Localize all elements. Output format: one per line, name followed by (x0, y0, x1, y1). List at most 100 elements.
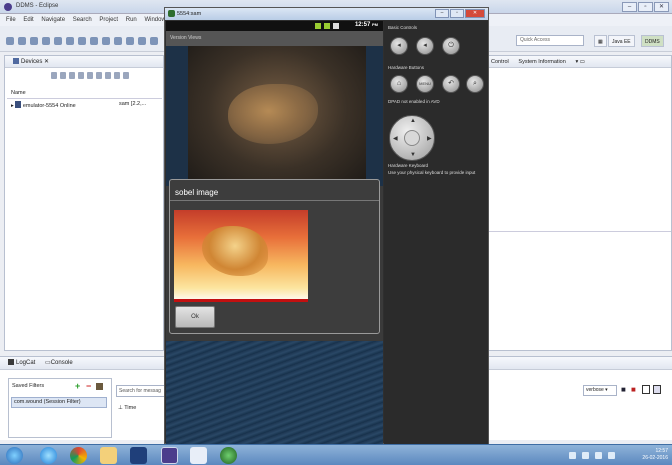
nav-back-icon[interactable] (126, 37, 134, 45)
edit-filter-icon[interactable] (96, 383, 103, 390)
dpad[interactable]: ▲ ▼ ◀ ▶ (389, 115, 435, 161)
search-icon[interactable] (78, 37, 86, 45)
basic-controls-label: Basic Controls (388, 25, 418, 30)
external-tools-icon[interactable] (66, 37, 74, 45)
back-icon[interactable]: ↶ (442, 75, 460, 93)
log-level-select[interactable]: verbose ▾ (583, 385, 617, 396)
start-button[interactable] (6, 447, 23, 464)
chrome-icon[interactable] (70, 447, 87, 464)
expand-icon[interactable]: ▸ (11, 103, 14, 109)
update-heap-icon[interactable] (60, 72, 66, 79)
document-icon[interactable] (190, 447, 207, 464)
network-icon (315, 23, 321, 29)
emulator-icon (15, 101, 22, 108)
menu-project[interactable]: Project (99, 14, 118, 26)
explorer-icon[interactable] (100, 447, 117, 464)
tray-up-icon[interactable] (569, 452, 576, 459)
tab-emulator-control[interactable]: Control (491, 56, 509, 68)
device-row[interactable]: ▸ emulator-5554 Online (11, 101, 76, 109)
emulator-close-button[interactable]: ✕ (465, 9, 485, 18)
sobel-wound-shape (202, 226, 268, 276)
menu-run[interactable]: Run (126, 14, 137, 26)
tab-system-information[interactable]: System Information (518, 56, 565, 68)
screen-capture-icon[interactable] (114, 72, 120, 79)
tab-console[interactable]: Console (51, 360, 73, 366)
save-icon[interactable] (18, 37, 26, 45)
wound-photo (188, 46, 366, 186)
debug-icon[interactable] (42, 37, 50, 45)
home-icon[interactable]: ⌂ (390, 75, 408, 93)
hardware-buttons-label: Hardware Buttons (388, 65, 425, 70)
nav-forward-icon[interactable] (138, 37, 146, 45)
add-filter-icon[interactable]: + (75, 381, 80, 391)
perspective-java-ee[interactable]: Java EE (608, 35, 635, 47)
dpad-center-button[interactable] (404, 130, 420, 146)
dropdown-icon[interactable] (150, 37, 158, 45)
emulator-controls: Basic Controls ◂ ◂ ⏻ Hardware Buttons ⌂ … (384, 21, 488, 444)
update-threads-icon[interactable] (87, 72, 93, 79)
emulator-minimize-button[interactable]: – (435, 9, 449, 18)
hardware-keyboard-label: Hardware Keyboard (388, 163, 429, 168)
android-icon (168, 10, 175, 17)
dump-hprof-icon[interactable] (69, 72, 75, 79)
menu-button[interactable]: MENU (416, 75, 434, 93)
tray-flag-icon[interactable] (582, 452, 589, 459)
tab-logcat[interactable]: LogCat (16, 360, 35, 366)
emulator-maximize-button[interactable]: ▫ (450, 9, 464, 18)
scroll-lock-icon[interactable] (653, 385, 661, 394)
menu-search[interactable]: Search (73, 14, 92, 26)
android-sdk-icon[interactable] (102, 37, 110, 45)
open-type-icon[interactable] (90, 37, 98, 45)
tray-volume-icon[interactable] (608, 452, 615, 459)
filter-item-com-wound[interactable]: com.wound (Session Filter) (11, 397, 107, 408)
run-icon[interactable] (54, 37, 62, 45)
logcat-search-input[interactable]: Search for messag (116, 385, 166, 397)
debug-process-icon[interactable] (51, 72, 57, 79)
save-log-icon[interactable]: ■ (621, 385, 626, 394)
emulator-title: 5554:sam (177, 11, 202, 17)
quick-access-input[interactable]: Quick Access (516, 35, 584, 46)
app-title-bar: Version Views (166, 31, 383, 46)
eclipse-taskbar-icon[interactable] (161, 447, 178, 464)
app-icon[interactable] (130, 447, 147, 464)
device-screen[interactable]: 12:57 PM Version Views sobel image Ok (166, 21, 383, 444)
cause-gc-icon[interactable] (78, 72, 84, 79)
tray-network-icon[interactable] (595, 452, 602, 459)
power-icon[interactable]: ⏻ (442, 37, 460, 55)
android-emulator-icon[interactable] (220, 447, 237, 464)
search-hw-icon[interactable]: ⌕ (466, 75, 484, 93)
name-column-header: Name (11, 90, 26, 96)
open-perspective-button[interactable]: ▦ (594, 35, 607, 47)
stop-process-icon[interactable] (105, 72, 111, 79)
taskbar-clock[interactable]: 12:57 26-02-2016 (642, 448, 668, 462)
avd-manager-icon[interactable] (114, 37, 122, 45)
menu-window[interactable]: Window (144, 14, 165, 26)
ie-icon[interactable] (40, 447, 57, 464)
dpad-down-icon[interactable]: ▼ (410, 152, 416, 158)
restore-button[interactable]: ▫ (638, 2, 653, 12)
view-menu-icon[interactable]: ▾ ▭ (575, 56, 585, 68)
minimize-button[interactable]: – (622, 2, 637, 12)
reset-adb-icon[interactable] (123, 72, 129, 79)
new-icon[interactable] (6, 37, 14, 45)
dpad-up-icon[interactable]: ▲ (410, 118, 416, 124)
dpad-right-icon[interactable]: ▶ (427, 135, 432, 142)
menu-edit[interactable]: Edit (23, 14, 33, 26)
remove-filter-icon[interactable]: − (86, 381, 91, 391)
device-target: sam [2.2,... (119, 101, 147, 107)
perspective-ddms[interactable]: DDMS (641, 35, 664, 47)
dpad-left-icon[interactable]: ◀ (393, 135, 398, 142)
volume-up-icon[interactable]: ◂ (416, 37, 434, 55)
menu-file[interactable]: File (6, 14, 16, 26)
device-name: emulator-5554 (22, 103, 59, 109)
time-column-header: ⊥ Time (118, 405, 137, 411)
volume-down-icon[interactable]: ◂ (390, 37, 408, 55)
ok-button[interactable]: Ok (175, 306, 215, 328)
menu-navigate[interactable]: Navigate (41, 14, 65, 26)
toggle-view-icon[interactable] (642, 385, 650, 394)
print-icon[interactable] (30, 37, 38, 45)
close-button[interactable]: ✕ (654, 2, 669, 12)
start-profiling-icon[interactable] (96, 72, 102, 79)
devices-tab[interactable]: Devices ✕ (5, 56, 163, 68)
clear-log-icon[interactable]: ■ (631, 385, 636, 394)
